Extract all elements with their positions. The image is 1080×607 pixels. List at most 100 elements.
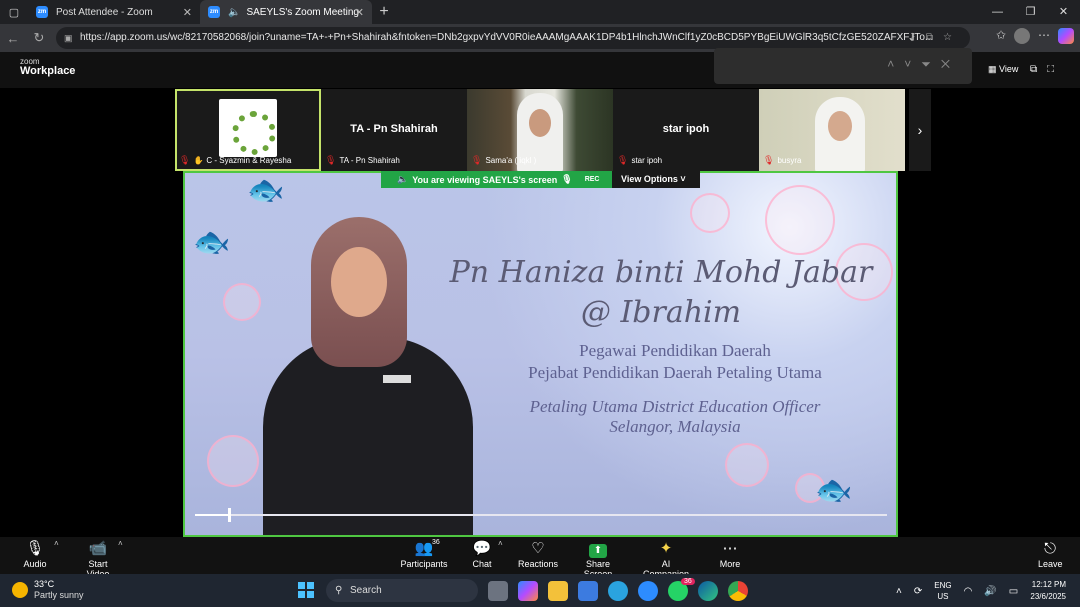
ai-companion-button[interactable]: ✦ AI Companion (638, 539, 694, 579)
share-screen-button[interactable]: ⬆ Share Screen (572, 539, 624, 579)
profile-avatar[interactable] (1014, 28, 1030, 44)
slide-line: Pegawai Pendidikan Daerah (579, 341, 771, 360)
favorites-icon[interactable]: ✩ (996, 28, 1006, 44)
participant-big-name: star ipoh (662, 123, 710, 135)
task-view-icon[interactable] (488, 581, 508, 601)
chevron-down-icon: ˅ (680, 174, 686, 184)
taskbar-search[interactable]: ⚲ Search (326, 579, 478, 602)
chevron-up-icon[interactable]: ˄ (887, 57, 904, 71)
minimize-icon[interactable]: — (981, 0, 1014, 24)
view-button[interactable]: ▦ View (988, 64, 1018, 75)
favorite-star-icon[interactable]: ☆ (943, 32, 962, 43)
audio-options-caret[interactable]: ˄ (54, 539, 59, 548)
participant-tile[interactable]: 🎙 busyra (759, 89, 905, 171)
translate-icon[interactable]: ⧉ (926, 32, 943, 43)
chat-options-caret[interactable]: ˄ (498, 539, 503, 548)
language-indicator[interactable]: ENG US (934, 580, 951, 602)
store-icon[interactable] (578, 581, 598, 601)
file-explorer-icon[interactable] (548, 581, 568, 601)
system-tray: ˄ ⟳ ENG US ◠ 🔊 ▭ (896, 580, 1018, 602)
wifi-icon[interactable]: ◠ (964, 586, 973, 597)
edge-icon[interactable] (698, 581, 718, 601)
participant-tile[interactable]: 🎙 ✋ C - Syazmin & Rayesha (175, 89, 321, 171)
muted-mic-icon: 🎙 (471, 155, 483, 165)
participants-icon: 👥 (414, 540, 434, 557)
site-info-icon[interactable]: ▣ (64, 27, 73, 49)
back-icon[interactable]: ← (0, 31, 26, 46)
copilot-app-icon[interactable] (518, 581, 538, 601)
taskbar-apps (488, 581, 748, 601)
close-tab-icon[interactable]: ✕ (355, 6, 364, 19)
video-progress-fill (195, 514, 228, 516)
tab-post-attendee[interactable]: zm Post Attendee - Zoom ✕ (28, 0, 200, 24)
minimize-meeting-icon[interactable]: ⧉ (1030, 64, 1047, 75)
show-hidden-icons[interactable]: ˄ (896, 586, 902, 597)
participant-thumbnails: 🎙 ✋ C - Syazmin & Rayesha TA - Pn Shahirah… (175, 89, 931, 171)
zoom-app-icon[interactable] (638, 581, 658, 601)
view-label: View (999, 64, 1019, 74)
fullscreen-icon[interactable]: ⛶ (1047, 64, 1064, 75)
rec-badge: REC (584, 176, 600, 183)
clock[interactable]: 12:12 PM 23/6/2025 (1030, 579, 1066, 603)
close-window-icon[interactable]: ✕ (1047, 0, 1080, 24)
participant-tile[interactable]: 🎙 Sama'a ( iqkl ) (467, 89, 613, 171)
leave-button[interactable]: ⎋ Leave (1038, 539, 1063, 569)
next-thumbnails-icon[interactable]: › (909, 89, 931, 171)
decorative-bubble (690, 193, 730, 233)
muted-mic-icon: 🎙 (25, 540, 45, 557)
view-options-button[interactable]: View Options ˅ (612, 171, 700, 188)
zoom-favicon-icon: zm (36, 6, 48, 18)
weather-widget[interactable]: 33°C Partly sunny (12, 579, 84, 601)
tab-zoom-meeting[interactable]: zm 🔈 SAEYLS's Zoom Meeting ✕ (200, 0, 372, 24)
refresh-icon[interactable]: ↻ (26, 30, 52, 46)
video-progress-bar[interactable] (195, 508, 887, 522)
slide-title: Pn Haniza binti Mohd Jabar @ Ibrahim (449, 255, 873, 330)
chrome-icon[interactable] (728, 581, 748, 601)
menu-dots-icon[interactable]: ⋯ (1038, 28, 1050, 44)
viewing-banner: 🔈 You are viewing SAEYLS's screen 🎙 REC (381, 171, 612, 188)
copilot-icon[interactable] (1058, 28, 1074, 44)
audio-label: Audio (23, 559, 47, 569)
start-video-button[interactable]: 📹 Start Video (76, 539, 120, 579)
reactions-button[interactable]: ♡ Reactions (518, 539, 558, 569)
video-progress-handle[interactable] (227, 508, 231, 522)
audio-button[interactable]: 🎙 Audio (22, 539, 48, 569)
participant-name: star ipoh (631, 156, 663, 165)
muted-mic-icon: 🎙 (561, 174, 573, 184)
tab-label: Post Attendee - Zoom (56, 6, 153, 18)
chat-button[interactable]: 💬 Chat (470, 539, 494, 569)
lang-bottom: US (937, 592, 949, 601)
decorative-bubble (207, 435, 259, 487)
participant-tile[interactable]: TA - Pn Shahirah 🎙 TA - Pn Shahirah (321, 89, 467, 171)
volume-icon[interactable]: 🔊 (984, 586, 996, 597)
new-tab-button[interactable]: + (372, 3, 396, 21)
video-options-caret[interactable]: ˄ (118, 539, 123, 548)
decorative-bubble (725, 443, 769, 487)
leave-label: Leave (1038, 559, 1063, 569)
url-field[interactable]: ▣ https://app.zoom.us/wc/82170582068/joi… (56, 27, 970, 49)
close-tab-icon[interactable]: ✕ (183, 6, 192, 19)
tab-label: SAEYLS's Zoom Meeting (246, 6, 359, 18)
tab-actions-icon[interactable]: ▢ (0, 0, 28, 24)
filter-icon[interactable]: ⏷ (921, 57, 941, 71)
taskbar-search-label: Search (350, 585, 382, 596)
phone-link-icon[interactable]: ⟳ (914, 586, 922, 597)
key-icon[interactable]: ⚷ (909, 32, 926, 43)
zoom-notification-badge: 36 (681, 578, 695, 585)
participant-tile[interactable]: star ipoh 🎙 star ipoh (613, 89, 759, 171)
battery-icon[interactable]: ▭ (1009, 586, 1018, 597)
more-button[interactable]: ⋯ More (716, 539, 744, 569)
telegram-icon[interactable] (608, 581, 628, 601)
speaker-icon: 🔈 (397, 174, 409, 184)
participant-name: TA - Pn Shahirah (339, 156, 400, 165)
goldfish-icon: 🐟 (193, 226, 231, 259)
speaker-icon[interactable]: 🔈 (228, 7, 240, 18)
start-windows-icon[interactable] (298, 582, 314, 598)
chevron-down-icon[interactable]: ˅ (904, 57, 921, 71)
close-icon[interactable]: ✕ (941, 57, 960, 71)
reactions-label: Reactions (518, 559, 559, 569)
maximize-icon[interactable]: ❐ (1014, 0, 1047, 24)
more-label: More (719, 559, 741, 569)
participants-button[interactable]: 👥 36 Participants (400, 539, 448, 569)
heart-icon: ♡ (531, 540, 545, 557)
